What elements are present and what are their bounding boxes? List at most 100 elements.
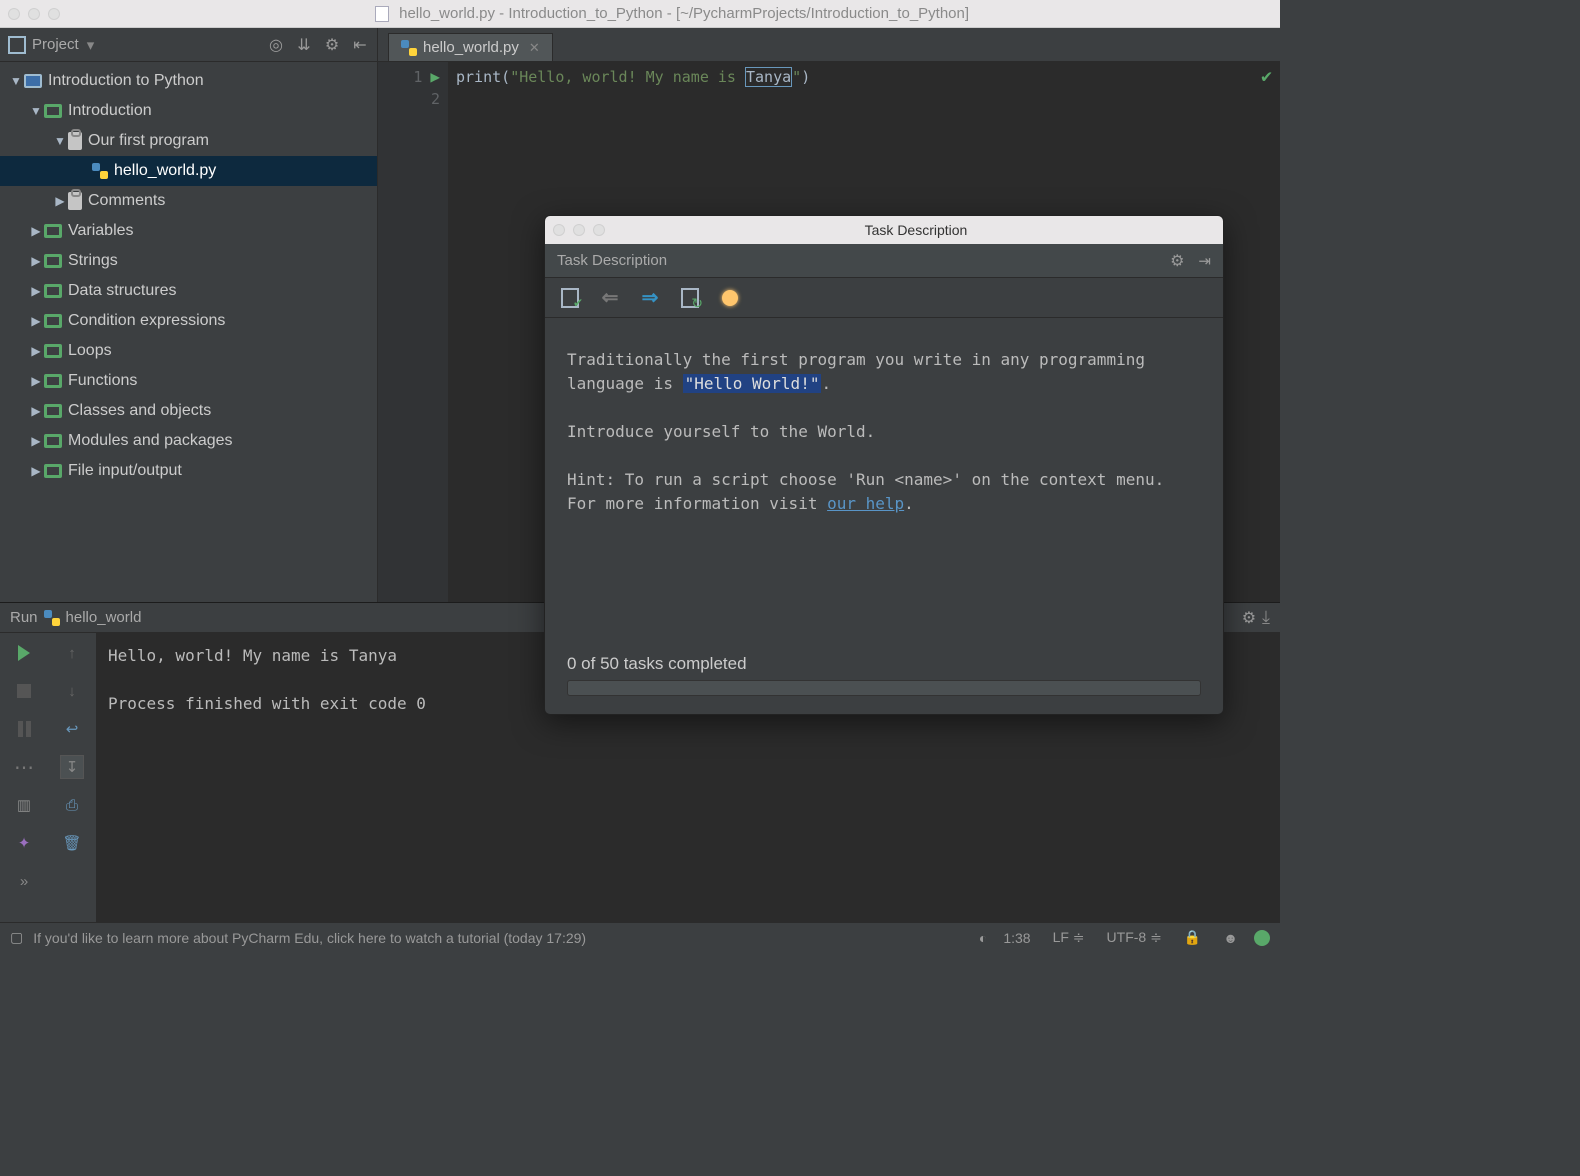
down-arrow-icon[interactable]: ↓ (60, 679, 84, 703)
code-placeholder[interactable]: Tanya (745, 67, 792, 87)
tree-comments[interactable]: ▶Comments (0, 186, 377, 216)
pause-button[interactable] (12, 717, 36, 741)
lesson-icon (44, 284, 62, 298)
help-link[interactable]: our help (827, 494, 904, 513)
hide-icon[interactable]: ⇤ (351, 36, 369, 54)
tree-label: Comments (88, 192, 165, 210)
readonly-icon[interactable]: 🔒 (1178, 929, 1207, 946)
tree-modules[interactable]: ▶Modules and packages (0, 426, 377, 456)
code-line-1[interactable]: print("Hello, world! My name is Tanya") (456, 66, 1272, 88)
project-label: Project (32, 36, 79, 53)
layout-icon[interactable]: ▥ (12, 793, 36, 817)
tree-variables[interactable]: ▶Variables (0, 216, 377, 246)
prev-task-icon[interactable]: ⇐ (599, 287, 621, 309)
up-arrow-icon[interactable]: ↑ (60, 641, 84, 665)
tree-label: Loops (68, 342, 112, 360)
run-line-icon[interactable]: ▶ (430, 66, 440, 88)
task-body[interactable]: Traditionally the first program you writ… (545, 318, 1223, 646)
file-encoding[interactable]: UTF-8 ≑ (1101, 929, 1168, 946)
collapse-icon[interactable]: ⇊ (295, 36, 313, 54)
tree-functions[interactable]: ▶Functions (0, 366, 377, 396)
lesson-icon (44, 464, 62, 478)
status-message[interactable]: If you'd like to learn more about PyChar… (33, 930, 969, 946)
tree-introduction[interactable]: ▼Introduction (0, 96, 377, 126)
task-panel-label: Task Description (557, 252, 667, 269)
tree-label: Classes and objects (68, 402, 211, 420)
next-task-icon[interactable]: ⇒ (639, 287, 661, 309)
python-file-icon (92, 163, 108, 179)
zoom-dot[interactable] (48, 8, 60, 20)
tree-data-structures[interactable]: ▶Data structures (0, 276, 377, 306)
line-separator[interactable]: LF ≑ (1047, 929, 1091, 946)
expand-icon[interactable]: » (12, 869, 36, 893)
task-titlebar[interactable]: Task Description (545, 216, 1223, 244)
trash-icon[interactable]: 🗑 (60, 831, 84, 855)
close-dot[interactable] (8, 8, 20, 20)
tree-label: Data structures (68, 282, 176, 300)
gear-icon[interactable]: ⚙ (1242, 608, 1256, 628)
dock-icon[interactable]: ⇥ (1198, 252, 1211, 270)
window-controls[interactable] (8, 8, 60, 20)
task-panel-header[interactable]: Task Description ⚙ ⇥ (545, 244, 1223, 278)
close-icon[interactable]: ✕ (529, 40, 540, 56)
cursor-position[interactable]: 1:38 (997, 930, 1036, 946)
tree-strings[interactable]: ▶Strings (0, 246, 377, 276)
minimize-dot[interactable] (573, 224, 585, 236)
soft-wrap-icon[interactable]: ↩ (60, 717, 84, 741)
status-ok-icon[interactable] (1254, 930, 1270, 946)
task-progress-text: 0 of 50 tasks completed (567, 654, 1201, 674)
tree-label: hello_world.py (114, 162, 216, 180)
print-icon[interactable]: ⎙ (60, 793, 84, 817)
editor-gutter[interactable]: 1 ▶ 2 (378, 62, 448, 602)
download-icon[interactable]: ⤓ (1262, 607, 1270, 628)
line-number: 2 (431, 90, 440, 108)
lesson-icon (44, 314, 62, 328)
stop-button[interactable] (12, 679, 36, 703)
lesson-icon (44, 104, 62, 118)
task-paragraph: Hint: To run a script choose 'Run <name>… (567, 468, 1201, 492)
close-dot[interactable] (553, 224, 565, 236)
status-bar[interactable]: ▢ If you'd like to learn more about PyCh… (0, 922, 1280, 952)
target-icon[interactable]: ◎ (267, 36, 285, 54)
code-token: " (792, 68, 801, 86)
tree-label: File input/output (68, 462, 182, 480)
gear-icon[interactable]: ⚙ (1170, 251, 1184, 271)
chevron-down-icon[interactable]: ▾ (87, 36, 95, 54)
tree-hello-world-file[interactable]: hello_world.py (0, 156, 377, 186)
tree-fileio[interactable]: ▶File input/output (0, 456, 377, 486)
scroll-to-end-icon[interactable]: ↧ (60, 755, 84, 779)
project-tool-header[interactable]: Project ▾ ◎ ⇊ ⚙ ⇤ (0, 28, 378, 61)
task-toolbar: ⇐ ⇒ (545, 278, 1223, 318)
tree-classes[interactable]: ▶Classes and objects (0, 396, 377, 426)
task-description-window[interactable]: Task Description Task Description ⚙ ⇥ ⇐ … (544, 215, 1224, 715)
tree-condition[interactable]: ▶Condition expressions (0, 306, 377, 336)
tree-loops[interactable]: ▶Loops (0, 336, 377, 366)
lesson-icon (44, 254, 62, 268)
inspection-ok-icon[interactable]: ✔ (1261, 66, 1272, 88)
pin-icon[interactable]: ✦ (12, 831, 36, 855)
project-sidebar[interactable]: ▼Introduction to Python ▼Introduction ▼O… (0, 62, 378, 602)
task-paragraph: Traditionally the first program you writ… (567, 348, 1201, 396)
python-icon (44, 610, 60, 626)
inspector-icon[interactable]: ☻ (1217, 930, 1244, 946)
check-task-icon[interactable] (559, 287, 581, 309)
more-icon[interactable] (12, 755, 36, 779)
run-button[interactable] (12, 641, 36, 665)
reset-task-icon[interactable] (679, 287, 701, 309)
show-tool-windows-icon[interactable]: ▢ (10, 929, 23, 946)
gear-icon[interactable]: ⚙ (323, 36, 341, 54)
tree-label: Our first program (88, 132, 209, 150)
minimize-dot[interactable] (28, 8, 40, 20)
line-number: 1 (413, 68, 422, 86)
tree-label: Modules and packages (68, 432, 233, 450)
zoom-dot[interactable] (593, 224, 605, 236)
project-tree[interactable]: ▼Introduction to Python ▼Introduction ▼O… (0, 62, 377, 490)
hint-bulb-icon[interactable] (719, 287, 741, 309)
titlebar[interactable]: hello_world.py - Introduction_to_Python … (0, 0, 1280, 28)
file-tab-hello-world[interactable]: hello_world.py ✕ (388, 33, 553, 61)
progress-icon[interactable]: ◐ (979, 930, 987, 946)
tree-root[interactable]: ▼Introduction to Python (0, 66, 377, 96)
tree-first-program[interactable]: ▼Our first program (0, 126, 377, 156)
tree-label: Strings (68, 252, 118, 270)
task-window-controls[interactable] (553, 224, 605, 236)
